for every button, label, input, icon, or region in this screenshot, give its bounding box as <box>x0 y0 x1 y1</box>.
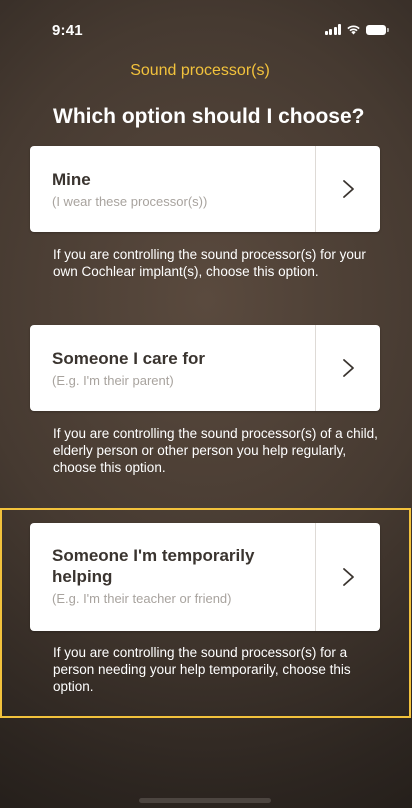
option-card-mine[interactable]: Mine (I wear these processor(s)) <box>30 146 380 232</box>
card-divider <box>315 146 316 232</box>
option-subtitle: (I wear these processor(s)) <box>52 194 208 209</box>
status-icons <box>324 24 389 35</box>
nav-title: Sound processor(s) <box>130 62 270 79</box>
option-card-someone-i-care-for[interactable]: Someone I care for (E.g. I'm their paren… <box>30 325 380 411</box>
option-title: Someone I'm temporarily helping <box>52 546 255 586</box>
chevron-right-icon[interactable] <box>338 567 358 587</box>
page-heading: Which option should I choose? <box>53 105 365 128</box>
option-description-mine: If you are controlling the sound process… <box>53 247 366 279</box>
option-description-someone-i-care-for: If you are controlling the sound process… <box>53 426 378 475</box>
option-card-text: Someone I'm temporarily helping (E.g. I'… <box>52 545 272 607</box>
option-card-text: Mine (I wear these processor(s)) <box>52 169 314 210</box>
home-indicator <box>139 798 271 803</box>
cellular-signal-icon <box>324 24 341 35</box>
option-title: Mine <box>52 170 91 189</box>
status-time: 9:41 <box>52 22 83 39</box>
battery-icon <box>366 24 389 35</box>
chevron-right-icon[interactable] <box>338 179 358 199</box>
option-card-someone-temporarily-helping[interactable]: Someone I'm temporarily helping (E.g. I'… <box>30 523 380 631</box>
card-divider <box>315 325 316 411</box>
chevron-right-icon[interactable] <box>338 358 358 378</box>
status-bar: 9:41 <box>0 0 400 60</box>
option-subtitle: (E.g. I'm their teacher or friend) <box>52 591 232 606</box>
option-subtitle: (E.g. I'm their parent) <box>52 373 174 388</box>
option-title: Someone I care for <box>52 349 206 368</box>
option-description-someone-temporarily-helping: If you are controlling the sound process… <box>53 645 351 694</box>
card-divider <box>315 523 316 631</box>
option-card-text: Someone I care for (E.g. I'm their paren… <box>52 348 314 389</box>
wifi-icon <box>347 25 360 35</box>
app-screen: 9:41 Sound processor(s) Which option sho… <box>0 0 412 808</box>
